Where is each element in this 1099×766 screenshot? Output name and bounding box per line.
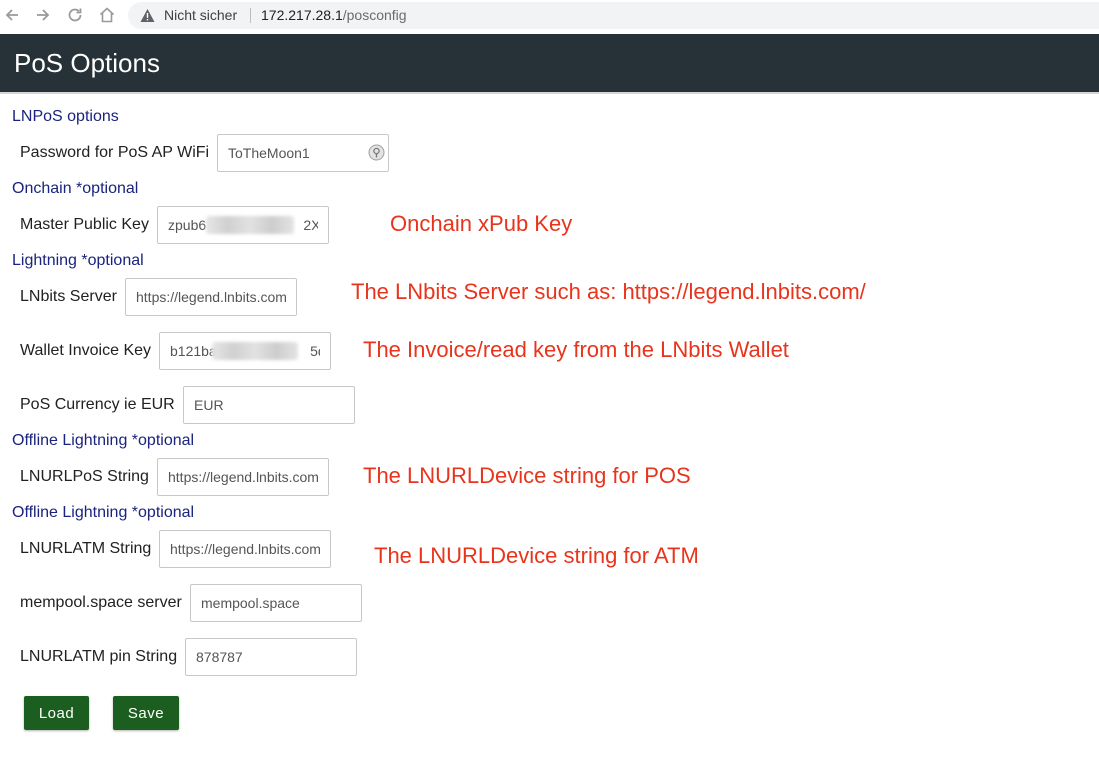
master-public-key-label: Master Public Key xyxy=(20,216,149,233)
mempool-server-input[interactable] xyxy=(190,584,362,622)
section-offline-lightning-atm: Offline Lightning *optional xyxy=(12,504,195,521)
lnbits-server-label: LNbits Server xyxy=(20,288,117,305)
annotation-lnurlatm: The LNURLDevice string for ATM xyxy=(374,543,699,568)
save-button[interactable]: Save xyxy=(113,696,179,730)
load-button[interactable]: Load xyxy=(24,696,89,730)
browser-toolbar: Nicht sicher 172.217.28.1/posconfig xyxy=(0,0,1099,31)
annotation-lnbits-server: The LNbits Server such as: https://legen… xyxy=(351,279,866,304)
mempool-server-label: mempool.space server xyxy=(20,594,182,611)
warning-icon[interactable] xyxy=(140,8,155,23)
password-input[interactable] xyxy=(217,134,389,172)
section-lightning: Lightning *optional xyxy=(12,252,144,269)
lnurlpos-input[interactable] xyxy=(157,458,329,496)
reload-icon[interactable] xyxy=(66,6,84,24)
currency-input[interactable] xyxy=(183,386,355,424)
header-shadow xyxy=(0,92,1099,94)
redaction-blur xyxy=(212,342,298,360)
forward-arrow-icon[interactable] xyxy=(34,6,52,24)
home-icon[interactable] xyxy=(98,6,116,24)
redaction-blur xyxy=(206,216,294,234)
show-password-icon[interactable] xyxy=(368,144,385,161)
section-offline-lightning-pos: Offline Lightning *optional xyxy=(12,432,195,449)
annotation-lnurlpos: The LNURLDevice string for POS xyxy=(363,463,691,488)
currency-label: PoS Currency ie EUR xyxy=(20,396,175,413)
section-lnpos-options: LNPoS options xyxy=(12,108,119,125)
lnurlpos-label: LNURLPoS String xyxy=(20,468,149,485)
password-label: Password for PoS AP WiFi xyxy=(20,144,210,161)
atm-pin-label: LNURLATM pin String xyxy=(20,648,178,665)
lnbits-server-input[interactable] xyxy=(125,278,297,316)
wallet-invoice-key-label: Wallet Invoice Key xyxy=(20,342,152,359)
address-divider xyxy=(250,8,251,23)
url-host: 172.217.28.1 xyxy=(261,7,343,23)
lnurlatm-input[interactable] xyxy=(159,530,331,568)
atm-pin-input[interactable] xyxy=(185,638,357,676)
back-arrow-icon[interactable] xyxy=(3,6,21,24)
address-bar[interactable]: Nicht sicher 172.217.28.1/posconfig xyxy=(128,2,1099,29)
url-text[interactable]: 172.217.28.1/posconfig xyxy=(261,7,407,23)
url-path: /posconfig xyxy=(342,7,407,23)
lnurlatm-label: LNURLATM String xyxy=(20,540,152,557)
security-status[interactable]: Nicht sicher xyxy=(164,7,237,23)
annotation-invoice-key: The Invoice/read key from the LNbits Wal… xyxy=(363,337,789,362)
page-title: PoS Options xyxy=(14,48,160,78)
app-header: PoS Options xyxy=(0,34,1099,92)
annotation-onchain: Onchain xPub Key xyxy=(390,211,573,236)
section-onchain: Onchain *optional xyxy=(12,180,139,197)
